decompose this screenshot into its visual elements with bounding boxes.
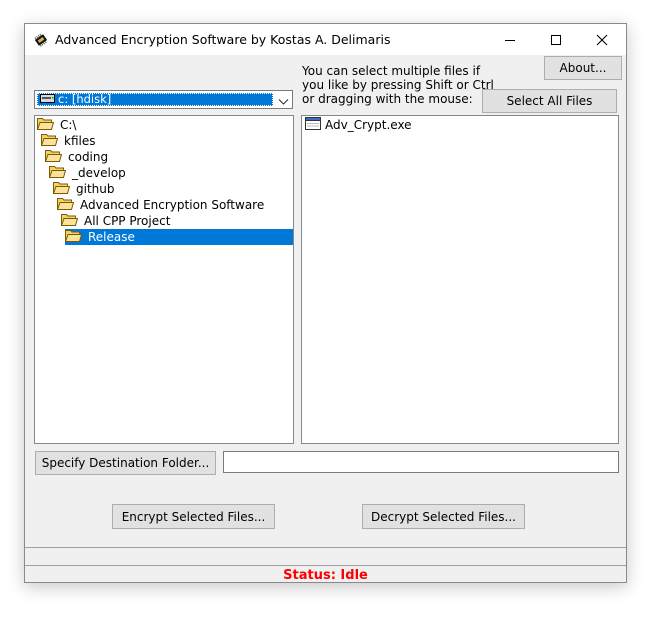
open-folder-icon	[60, 213, 79, 229]
folder-tree-item[interactable]: Release	[64, 229, 293, 245]
chevron-down-icon[interactable]	[278, 95, 289, 109]
folder-tree-item[interactable]: _develop	[48, 165, 128, 181]
drive-select[interactable]: c: [hdisk]	[34, 90, 293, 109]
destination-folder-field[interactable]	[223, 451, 619, 473]
status-bar	[25, 547, 626, 566]
folder-label: _develop	[72, 166, 126, 180]
folder-tree-item[interactable]: All CPP Project	[60, 213, 172, 229]
folder-label: Release	[88, 230, 135, 244]
window-title: Advanced Encryption Software by Kostas A…	[55, 32, 391, 47]
about-button[interactable]: About...	[544, 56, 622, 80]
file-name: Adv_Crypt.exe	[325, 118, 412, 132]
folder-label: C:\	[60, 118, 77, 132]
maximize-button[interactable]	[533, 24, 579, 55]
folder-label: github	[76, 182, 115, 196]
open-folder-icon	[40, 133, 59, 149]
open-folder-icon	[44, 149, 63, 165]
folder-tree-item[interactable]: github	[52, 181, 116, 197]
list-item[interactable]: Adv_Crypt.exe	[305, 117, 412, 133]
maximize-icon	[551, 34, 561, 45]
drive-selected-value: c: [hdisk]	[37, 93, 273, 106]
selection-hint-text: You can select multiple files if you lik…	[302, 64, 494, 106]
open-folder-icon	[48, 165, 67, 181]
folder-label: All CPP Project	[84, 214, 171, 228]
open-folder-icon	[52, 181, 71, 197]
folder-label: kfiles	[64, 134, 96, 148]
folder-tree-item[interactable]: C:\	[36, 117, 78, 133]
minimize-button[interactable]	[487, 24, 533, 55]
folder-tree-item[interactable]: coding	[44, 149, 110, 165]
close-icon	[596, 34, 608, 45]
executable-file-icon	[305, 117, 321, 133]
app-window: Advanced Encryption Software by Kostas A…	[24, 23, 627, 583]
folder-label: coding	[68, 150, 109, 164]
specify-destination-folder-button[interactable]: Specify Destination Folder...	[35, 451, 216, 475]
chip-icon	[33, 32, 49, 48]
folder-label: Advanced Encryption Software	[80, 198, 265, 212]
folder-tree-item[interactable]: Advanced Encryption Software	[56, 197, 266, 213]
status-text: Status: Idle	[283, 568, 368, 583]
drive-label: c: [hdisk]	[58, 92, 112, 106]
folder-tree[interactable]: C:\ kfiles coding _developgithub Advanced En…	[34, 115, 294, 444]
open-folder-icon	[36, 117, 55, 133]
minimize-icon	[505, 39, 515, 41]
drive-icon	[40, 94, 55, 105]
encrypt-selected-files-button[interactable]: Encrypt Selected Files...	[112, 504, 275, 529]
select-all-files-button[interactable]: Select All Files	[482, 89, 617, 113]
open-folder-icon	[56, 197, 75, 213]
title-bar[interactable]: Advanced Encryption Software by Kostas A…	[25, 24, 626, 55]
open-folder-icon	[64, 229, 83, 245]
close-button[interactable]	[579, 24, 625, 55]
folder-tree-item[interactable]: kfiles	[40, 133, 97, 149]
file-list[interactable]: Adv_Crypt.exe	[301, 115, 619, 444]
decrypt-selected-files-button[interactable]: Decrypt Selected Files...	[362, 504, 525, 529]
